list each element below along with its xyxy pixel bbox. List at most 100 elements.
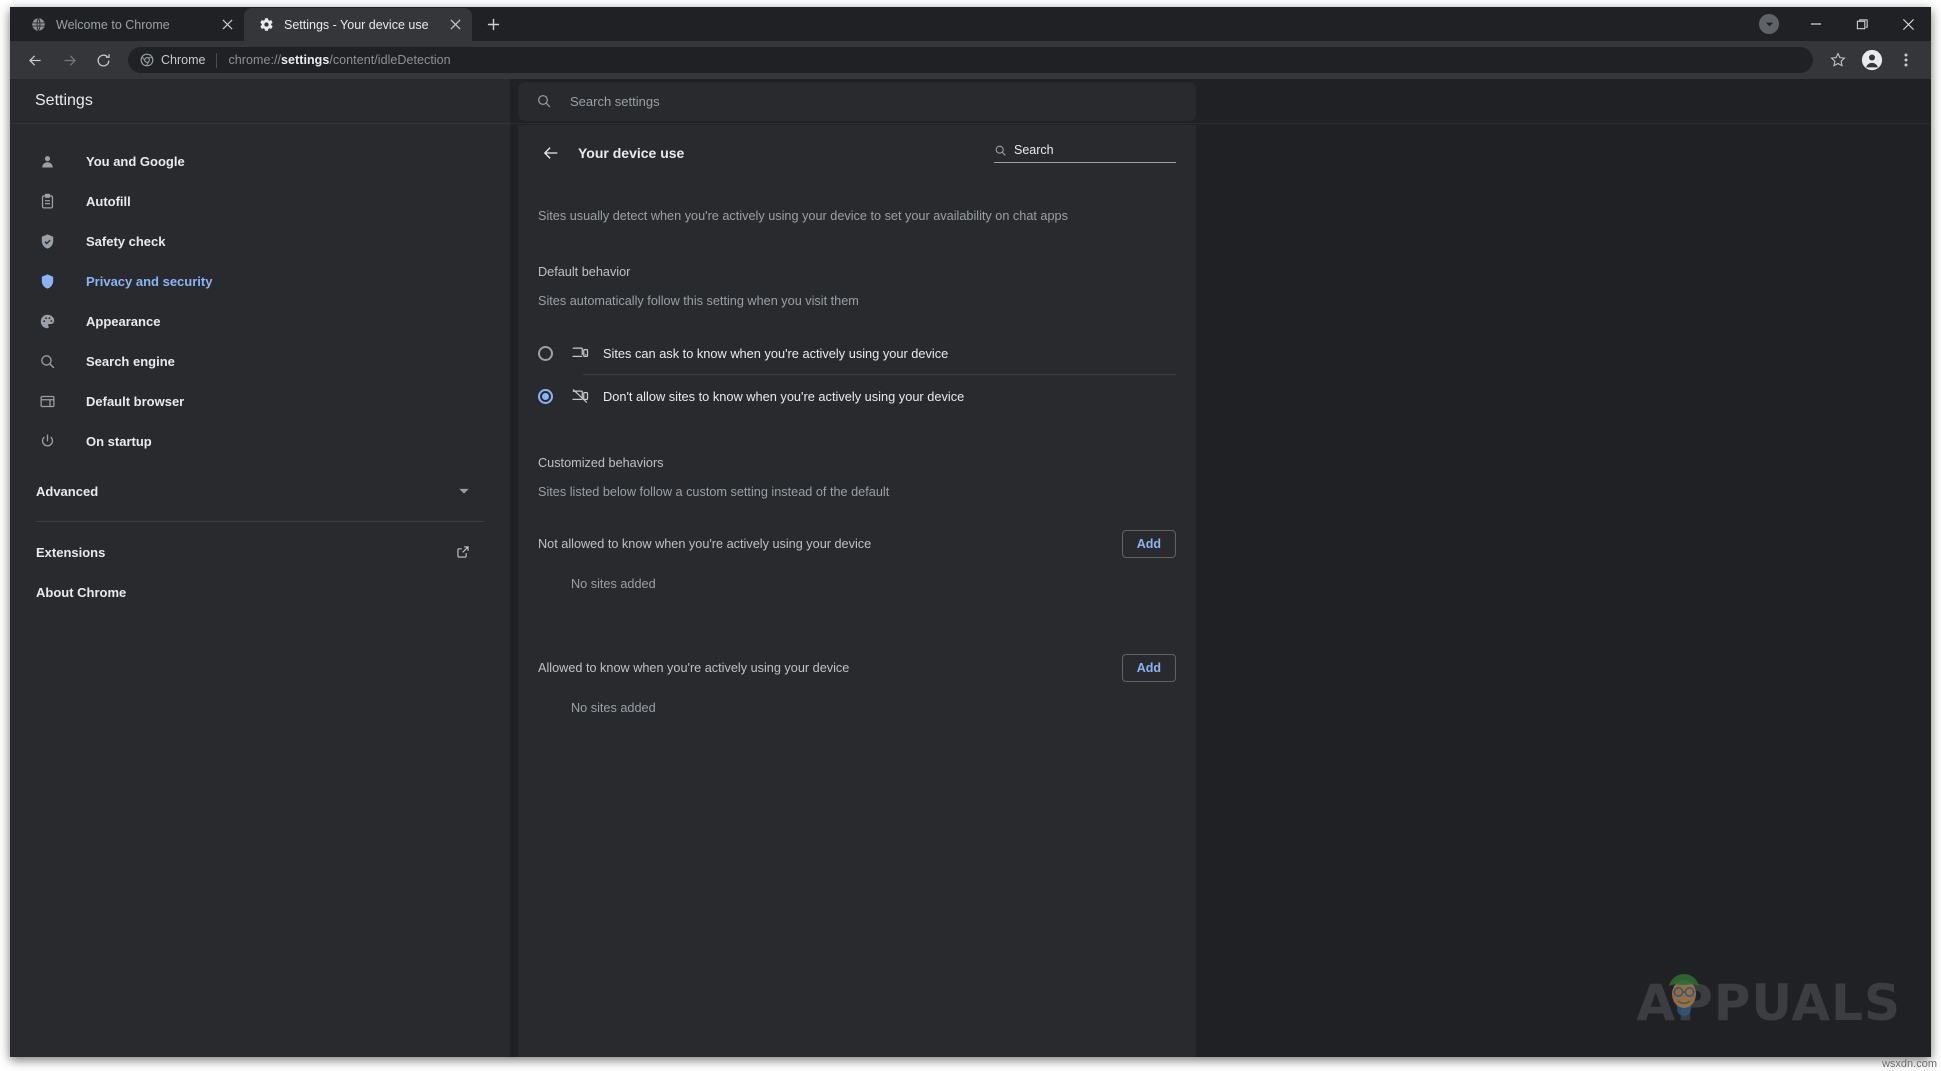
star-icon[interactable] xyxy=(1823,45,1853,75)
sidebar-item-appearance[interactable]: Appearance xyxy=(10,301,510,341)
avatar-icon[interactable] xyxy=(1857,45,1887,75)
shield-check-icon xyxy=(36,233,58,250)
url-path: /content/idleDetection xyxy=(329,53,450,67)
add-button-not-allowed[interactable]: Add xyxy=(1122,530,1176,558)
close-icon[interactable] xyxy=(446,16,464,34)
download-bubble-icon[interactable] xyxy=(1759,14,1779,34)
card-search-input[interactable]: Search xyxy=(994,143,1176,163)
tab-settings-your-device-use[interactable]: Settings - Your device use xyxy=(244,8,472,41)
sidebar-item-extensions[interactable]: Extensions xyxy=(10,532,510,572)
radio-option-sites-can-ask[interactable]: Sites can ask to know when you're active… xyxy=(518,332,1196,374)
back-arrow-icon[interactable] xyxy=(536,138,566,168)
clipboard-icon xyxy=(36,193,58,210)
page-title: Your device use xyxy=(578,145,994,161)
search-icon xyxy=(994,144,1007,157)
sidebar-item-search-engine[interactable]: Search engine xyxy=(10,341,510,381)
sidebar-item-label: On startup xyxy=(86,434,152,449)
settings-heading: Settings xyxy=(10,79,510,124)
your-device-use-card: Your device use Search Sites usually det… xyxy=(518,125,1196,1057)
devices-icon xyxy=(571,344,589,362)
chevron-down-icon xyxy=(458,485,470,497)
radio-button[interactable] xyxy=(538,346,553,361)
sidebar-item-label: Advanced xyxy=(36,484,458,499)
sidebar-item-safety-check[interactable]: Safety check xyxy=(10,221,510,261)
permission-group-label: Not allowed to know when you're actively… xyxy=(538,537,1122,551)
watermark: APPUALS xyxy=(1636,974,1901,1032)
reload-icon[interactable] xyxy=(88,45,118,75)
sidebar-item-autofill[interactable]: Autofill xyxy=(10,181,510,221)
three-dot-menu-icon[interactable] xyxy=(1891,45,1921,75)
watermark-mascot-icon xyxy=(1663,970,1705,1018)
radio-option-label: Don't allow sites to know when you're ac… xyxy=(603,389,964,404)
sidebar-item-on-startup[interactable]: On startup xyxy=(10,421,510,461)
default-behavior-title: Default behavior xyxy=(518,265,1196,279)
sidebar-divider xyxy=(36,521,484,522)
site-credit: wsxdn.com xyxy=(1882,1058,1937,1070)
browser-toolbar: Chrome chrome://settings/content/idleDet… xyxy=(10,41,1931,79)
tab-title: Settings - Your device use xyxy=(284,18,446,32)
search-input[interactable]: Search settings xyxy=(518,82,1196,121)
sidebar-item-label: Autofill xyxy=(86,194,131,209)
search-bar-region: Search settings xyxy=(510,79,1931,124)
power-icon xyxy=(36,433,58,450)
tab-welcome-to-chrome[interactable]: Welcome to Chrome xyxy=(16,8,244,41)
tab-title: Welcome to Chrome xyxy=(56,18,218,32)
open-in-new-icon xyxy=(456,545,470,559)
search-placeholder: Search settings xyxy=(570,94,660,109)
globe-icon xyxy=(30,17,46,33)
radio-option-label: Sites can ask to know when you're active… xyxy=(603,346,948,361)
sidebar-item-privacy-and-security[interactable]: Privacy and security xyxy=(10,261,510,301)
card-search-placeholder: Search xyxy=(1014,143,1054,157)
permission-group-not-allowed: Not allowed to know when you're actively… xyxy=(518,521,1196,567)
empty-state-not-allowed: No sites added xyxy=(518,567,1196,601)
sidebar-item-advanced[interactable]: Advanced xyxy=(10,471,510,511)
security-chip-label: Chrome xyxy=(161,53,205,67)
devices-off-icon xyxy=(571,387,589,405)
permission-group-label: Allowed to know when you're actively usi… xyxy=(538,661,1122,675)
customized-behaviors-subtitle: Sites listed below follow a custom setti… xyxy=(518,483,1196,502)
sidebar-item-label: Appearance xyxy=(86,314,160,329)
permission-group-allowed: Allowed to know when you're actively usi… xyxy=(518,645,1196,691)
add-button-allowed[interactable]: Add xyxy=(1122,654,1176,682)
sidebar-nav: You and Google Autofill xyxy=(10,124,510,612)
palette-icon xyxy=(36,313,58,330)
search-icon xyxy=(36,353,58,370)
sidebar-item-label: Safety check xyxy=(86,234,166,249)
browser-window-icon xyxy=(36,393,58,410)
radio-option-dont-allow[interactable]: Don't allow sites to know when you're ac… xyxy=(518,375,1196,417)
back-arrow-icon[interactable] xyxy=(20,45,50,75)
chrome-logo-icon xyxy=(140,53,154,67)
empty-state-allowed: No sites added xyxy=(518,691,1196,725)
toolbar-actions xyxy=(1821,45,1923,75)
browser-window: Welcome to Chrome Settings - Your device… xyxy=(10,7,1931,1057)
sidebar-item-label: Search engine xyxy=(86,354,175,369)
close-icon[interactable] xyxy=(1885,7,1931,41)
page-description: Sites usually detect when you're activel… xyxy=(518,207,1196,226)
settings-page: Settings You and Google xyxy=(10,79,1931,1057)
radio-button[interactable] xyxy=(538,389,553,404)
person-icon xyxy=(36,153,58,170)
sidebar-item-default-browser[interactable]: Default browser xyxy=(10,381,510,421)
default-behavior-subtitle: Sites automatically follow this setting … xyxy=(518,292,1196,311)
sidebar-item-label: Extensions xyxy=(36,545,105,560)
window-controls xyxy=(1759,7,1931,41)
close-icon[interactable] xyxy=(218,16,236,34)
omnibox-divider xyxy=(216,53,217,68)
settings-sidebar: Settings You and Google xyxy=(10,79,510,1057)
sidebar-item-label: Default browser xyxy=(86,394,184,409)
url-host: settings xyxy=(281,53,329,67)
minimize-icon[interactable] xyxy=(1793,7,1839,41)
search-icon xyxy=(536,93,552,109)
url-text: chrome://settings/content/idleDetection xyxy=(228,53,450,67)
forward-arrow-icon[interactable] xyxy=(54,45,84,75)
sidebar-item-label: About Chrome xyxy=(36,585,126,600)
gear-icon xyxy=(258,17,274,33)
customized-behaviors-title: Customized behaviors xyxy=(518,456,1196,470)
sidebar-item-you-and-google[interactable]: You and Google xyxy=(10,141,510,181)
address-bar[interactable]: Chrome chrome://settings/content/idleDet… xyxy=(128,47,1813,73)
settings-content: Search settings Your device use xyxy=(510,79,1931,1057)
new-tab-button[interactable] xyxy=(478,9,508,39)
maximize-icon[interactable] xyxy=(1839,7,1885,41)
sidebar-item-about-chrome[interactable]: About Chrome xyxy=(10,572,510,612)
tab-strip: Welcome to Chrome Settings - Your device… xyxy=(10,7,1931,41)
